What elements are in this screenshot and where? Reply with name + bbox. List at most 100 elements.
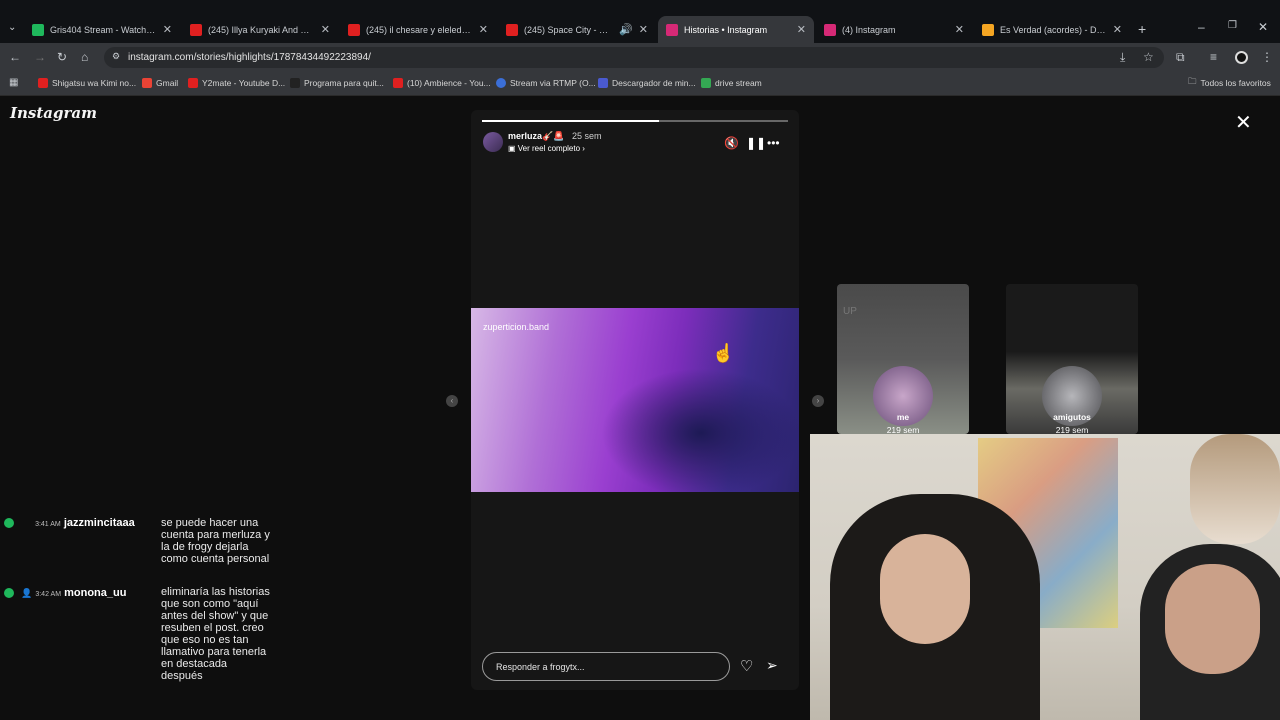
new-tab-icon[interactable]: + [1138,21,1146,37]
youtube-icon [348,23,360,36]
reply-input[interactable]: Responder a frogytx... [482,652,730,681]
home-icon[interactable]: ⌂ [81,50,88,64]
tab-4-active[interactable]: Historias • Instagram ✕ [658,16,814,43]
address-bar[interactable]: instagram.com/stories/highlights/1787843… [104,47,1164,68]
close-icon[interactable]: ✕ [1235,110,1252,135]
story-video[interactable] [471,308,799,492]
restream-icon [496,78,506,88]
close-icon[interactable]: ✕ [639,23,648,36]
url-text: instagram.com/stories/highlights/1787843… [128,52,371,63]
tab-label: Gris404 Stream - Watch Live on [50,24,157,35]
story-time: 25 sem [572,131,602,141]
bookmark-label: Programa para quit... [304,78,384,88]
close-icon[interactable]: ✕ [479,23,488,36]
chat-message: 3:41 AM jazzmincitaaa [4,517,135,529]
tab-0[interactable]: Gris404 Stream - Watch Live on ✕ [24,16,180,43]
bookmark-item[interactable]: Descargador de min... [598,76,696,90]
all-bookmarks[interactable]: 🗀 Todos los favoritos [1188,76,1271,90]
close-icon[interactable]: ✕ [955,23,964,36]
program-icon [290,78,300,88]
window-close-icon[interactable]: ✕ [1258,20,1268,34]
close-icon[interactable]: ✕ [797,23,806,36]
bookmark-item[interactable]: drive stream [701,76,762,90]
bookmark-item[interactable]: Gmail [142,76,178,90]
reel-icon: ▣ [508,144,518,153]
youtube-icon [38,78,48,88]
bookmark-label: Todos los favoritos [1200,78,1271,88]
highlight-preview-me[interactable]: UP me 219 sem [837,284,969,434]
install-icon[interactable]: ⤓ [1120,50,1125,65]
profile-avatar[interactable] [1235,51,1248,64]
tab-label: Es Verdad (acordes) - Daniel, M [1000,24,1107,35]
bookmark-item[interactable]: (10) Ambience - You... [393,76,491,90]
tab-2[interactable]: (245) il chesare y elelede - YouT ✕ [340,16,496,43]
tab-search-icon[interactable]: ⌄ [8,22,16,33]
close-icon[interactable]: ✕ [321,23,330,36]
bookmark-label: (10) Ambience - You... [407,78,491,88]
face-left [880,534,970,644]
chat-username[interactable]: jazzmincitaaa [64,517,135,529]
more-icon[interactable]: ••• [767,136,780,150]
instagram-icon [824,23,836,36]
thumb-tag: UP [843,306,857,317]
chat-text: se puede hacer una cuenta para merluza y… [161,517,270,565]
tab-1[interactable]: (245) Illya Kuryaki And The Valde ✕ [182,16,338,43]
minimize-icon[interactable]: – [1198,20,1205,34]
highlight-time: 219 sem [1055,425,1089,434]
view-reel-link[interactable]: ▣ Ver reel completo › [508,144,585,153]
tab-label: (245) Illya Kuryaki And The Valde [208,24,315,35]
extensions-icon[interactable]: ⧉ [1176,50,1185,65]
avatar[interactable] [483,132,503,152]
tab-3[interactable]: (245) Space City - Cosmic M 🔊 ✕ [498,16,656,43]
forward-icon[interactable]: → [34,50,46,64]
reload-icon[interactable]: ↻ [57,50,67,64]
reply-placeholder: Responder a frogytx... [496,661,585,672]
media-icon[interactable]: ≡ [1210,50,1217,64]
highlight-preview-amigutos[interactable]: amigutos 219 sem [1006,284,1138,434]
back-icon[interactable]: ← [9,50,21,64]
tab-5[interactable]: (4) Instagram ✕ [816,16,972,43]
chat-message: 👤 3:42 AM monona_uu [4,587,126,599]
subscriber-badge-icon [4,518,14,529]
downloader-icon [598,78,608,88]
video-tag[interactable]: zuperticion.band [483,322,549,332]
apps-icon[interactable]: ▦ [9,77,18,88]
webcam-overlay [810,434,1280,720]
cursor-hand-icon: ☝ [712,343,735,363]
kick-icon [32,23,44,36]
subscriber-badge-icon [4,588,14,599]
close-icon[interactable]: ✕ [163,23,172,36]
bookmark-star-icon[interactable]: ☆ [1143,50,1154,64]
bookmark-item[interactable]: Shigatsu wa Kimi no... [38,76,136,90]
highlight-title: me [896,412,910,422]
chat-time: 3:42 AM [35,591,62,598]
gmail-icon [142,78,152,88]
chat-username[interactable]: monona_uu [64,587,126,599]
face-right [1165,564,1260,674]
youtube-icon [190,23,202,36]
cat-image [1190,434,1280,544]
menu-icon[interactable]: ⋮ [1261,50,1273,64]
story-progress [482,120,788,122]
restore-icon[interactable]: ❐ [1228,20,1237,31]
heart-icon[interactable]: ♡ [740,657,753,675]
bookmark-item[interactable]: Y2mate - Youtube D... [188,76,285,90]
prev-arrow-icon[interactable]: ‹ [446,395,458,407]
y2mate-icon [188,78,198,88]
story-username[interactable]: merluza🎸🚨 [508,131,564,142]
next-arrow-icon[interactable]: › [812,395,824,407]
instagram-logo[interactable]: Instagram [10,104,97,122]
bookmark-item[interactable]: Programa para quit... [290,76,384,90]
bookmark-item[interactable]: Stream via RTMP (O... [496,76,596,90]
tab-label: (245) Space City - Cosmic M [524,24,613,35]
speaker-icon[interactable]: 🔊 [619,23,633,36]
chat-time: 3:41 AM [35,521,61,528]
site-info-icon[interactable]: ⚙ [112,51,120,62]
close-icon[interactable]: ✕ [1113,23,1122,36]
pause-icon[interactable]: ❚❚ [746,136,766,150]
mute-icon[interactable]: 🔇 [724,136,739,150]
tab-label: (4) Instagram [842,24,896,35]
youtube-icon [393,78,403,88]
tab-6[interactable]: Es Verdad (acordes) - Daniel, M ✕ [974,16,1130,43]
send-icon[interactable]: ➢ [766,657,778,674]
